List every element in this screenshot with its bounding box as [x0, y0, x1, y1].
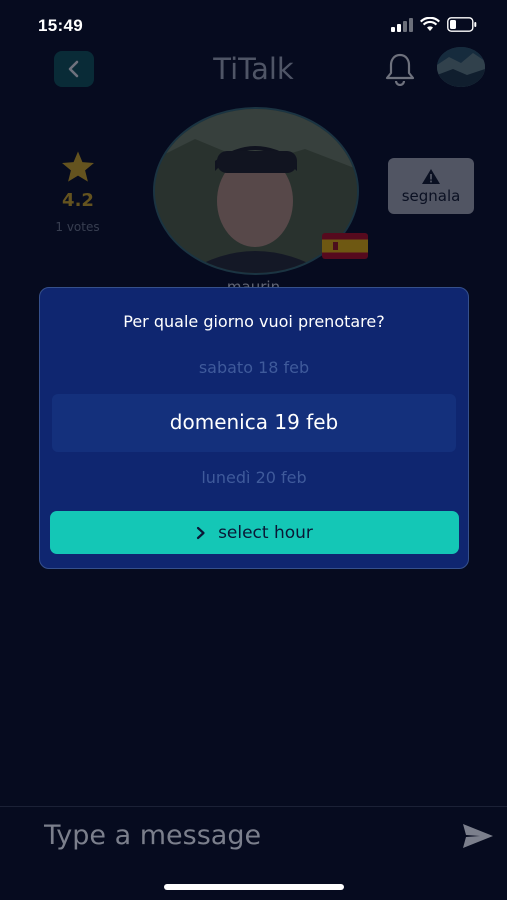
battery-icon [447, 17, 477, 32]
message-composer [0, 806, 507, 867]
picker-day-next[interactable]: lunedì 20 feb [40, 468, 468, 487]
modal-title: Per quale giorno vuoi prenotare? [123, 312, 385, 331]
notifications-button[interactable] [384, 52, 416, 90]
chevron-right-icon [196, 526, 205, 539]
star-icon [62, 151, 94, 182]
report-button[interactable]: segnala [388, 158, 474, 214]
home-indicator [164, 884, 344, 890]
status-bar: 15:49 [0, 0, 507, 50]
message-input[interactable] [34, 815, 454, 855]
report-label: segnala [401, 186, 461, 205]
app-title: TiTalk [213, 52, 294, 86]
votes-count: 1 votes [55, 220, 100, 234]
select-hour-label: select hour [218, 522, 313, 543]
signal-icon [391, 17, 413, 32]
rating-block: 4.2 [50, 150, 106, 211]
picker-day-selected[interactable]: domenica 19 feb [40, 410, 468, 434]
user-avatar[interactable] [437, 47, 485, 87]
send-button[interactable] [458, 819, 498, 853]
select-hour-button[interactable]: select hour [50, 511, 459, 554]
status-icons [391, 17, 477, 32]
day-picker-modal: Per quale giorno vuoi prenotare? sabato … [39, 287, 469, 569]
warning-icon [422, 168, 440, 184]
bell-icon [385, 53, 415, 87]
status-time: 15:49 [38, 16, 83, 35]
send-icon [463, 824, 493, 848]
spain-flag-icon [322, 233, 368, 259]
wifi-icon [420, 17, 440, 31]
picker-day-previous[interactable]: sabato 18 feb [40, 358, 468, 377]
landscape-avatar-image [437, 47, 485, 87]
app-header: TiTalk [0, 44, 507, 94]
rating-value: 4.2 [62, 190, 94, 211]
